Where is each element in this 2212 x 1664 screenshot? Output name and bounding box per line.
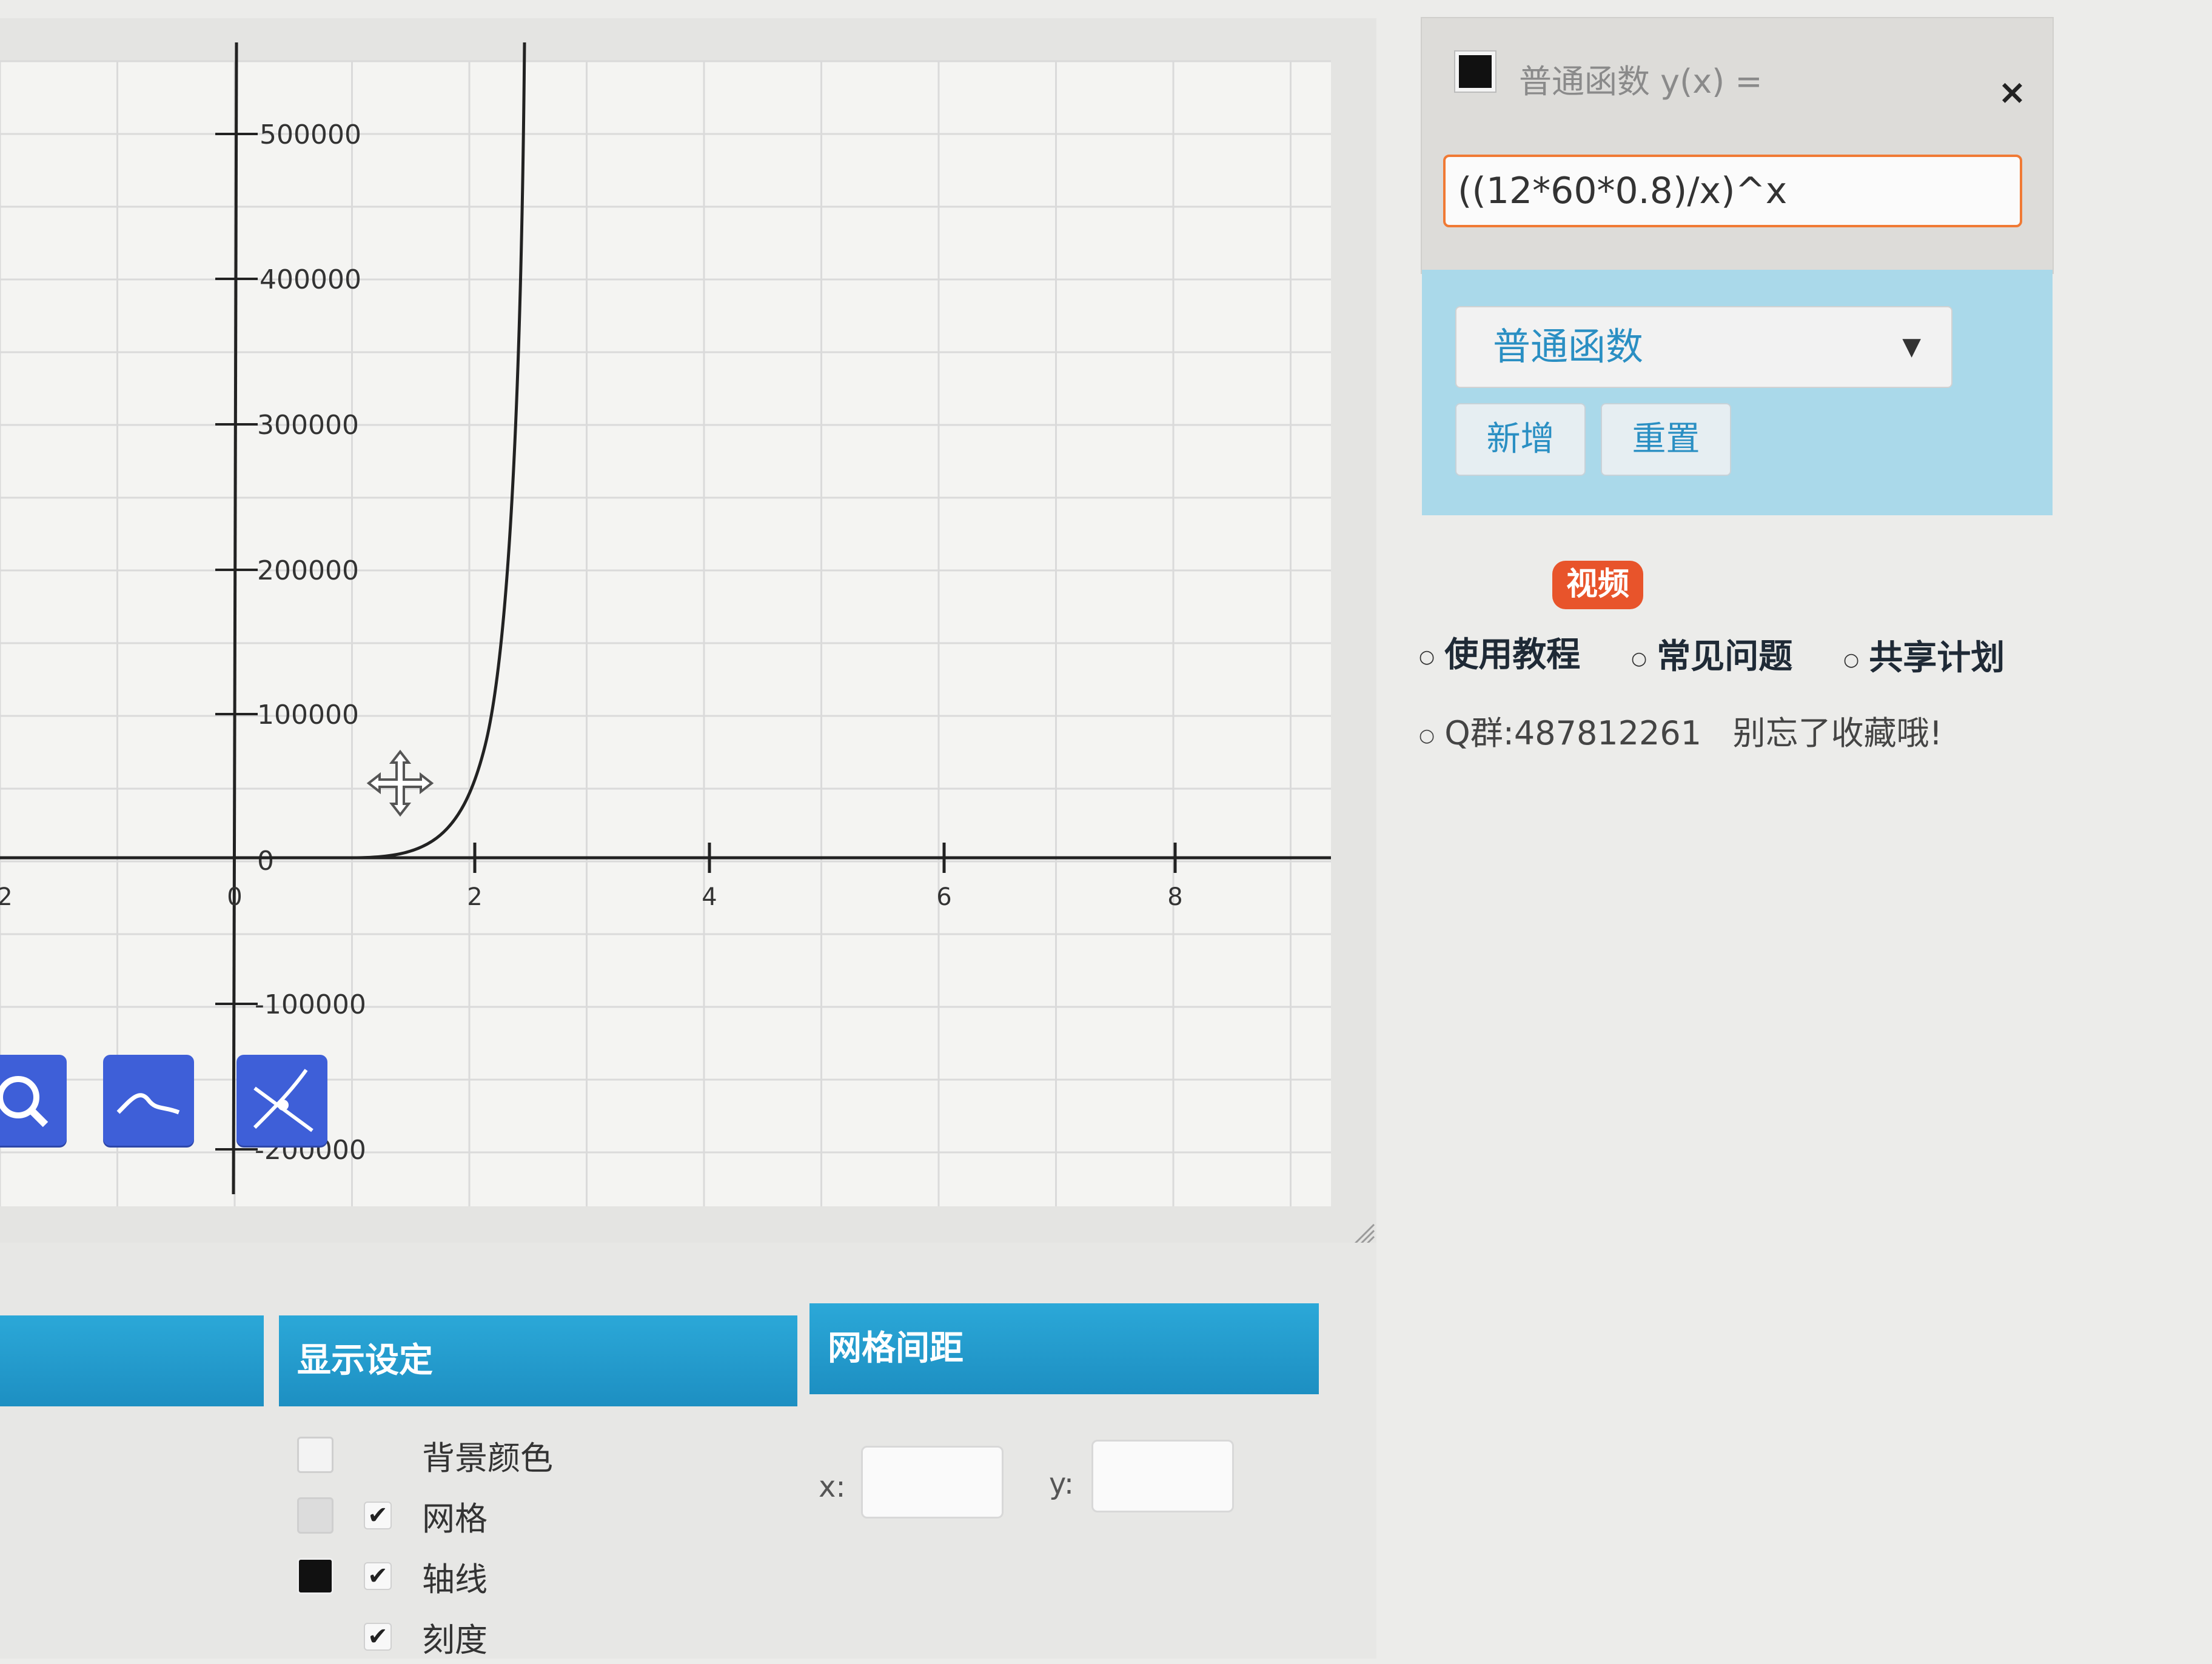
tab-grid-spacing-label: 网格间距 (828, 1329, 964, 1368)
y-tick-label: 500000 (260, 119, 361, 150)
link-faq[interactable]: ○ 常见问题 (1631, 629, 1792, 678)
tab-display-settings[interactable]: 显示设定 (279, 1315, 797, 1406)
function-card: 普通函数 y(x) = × (1422, 18, 2053, 273)
y-tick-label: -100000 (255, 989, 366, 1020)
add-button[interactable]: 新增 (1455, 403, 1586, 476)
option-grid: ✔ 网格 (297, 1488, 488, 1543)
grid-x-input[interactable] (861, 1446, 1004, 1519)
tangent-button[interactable] (236, 1055, 327, 1146)
bullet-icon: ○ (1843, 649, 1860, 671)
background-color-swatch[interactable] (297, 1437, 333, 1473)
function-color-swatch[interactable] (1454, 50, 1496, 93)
x-tick-label: 2 (0, 883, 13, 911)
tangent-icon (253, 1069, 313, 1132)
bullet-icon: ○ (1419, 724, 1435, 746)
curve-button[interactable] (103, 1055, 194, 1146)
x-tick-label: 8 (1167, 883, 1182, 911)
grid-y-label: y: (1049, 1467, 1074, 1501)
bookmark-reminder: 别忘了收藏哦! (1732, 714, 1943, 752)
function-title: 普通函数 y(x) = (1519, 62, 1763, 101)
tab-grid-spacing[interactable]: 网格间距 (809, 1303, 1319, 1394)
option-label: 网格 (422, 1499, 488, 1538)
y-tick-label: 400000 (260, 264, 361, 295)
qq-group-line: ○ Q群:487812261 别忘了收藏哦! (1419, 706, 1942, 754)
graph-panel[interactable]: 2 0 2 4 6 8 500000 400000 300000 200000 … (0, 18, 1376, 1246)
x-tick-label: 4 (702, 883, 717, 911)
tab-hidden[interactable] (0, 1315, 264, 1406)
link-share-plan[interactable]: ○ 共享计划 (1843, 630, 2005, 680)
option-label: 背景颜色 (422, 1438, 553, 1477)
curve-icon (116, 1093, 180, 1115)
option-axis: ✔ 轴线 (297, 1549, 488, 1603)
x-tick-label: 2 (467, 883, 482, 911)
zoom-icon (0, 1076, 49, 1128)
x-tick-label: 6 (936, 883, 951, 911)
grid-checkbox[interactable]: ✔ (364, 1502, 392, 1529)
y-tick-label: 100000 (257, 700, 359, 730)
caret-down-icon: ▼ (1902, 333, 1921, 361)
y-tick-label: 200000 (257, 555, 359, 586)
function-type-select[interactable]: 普通函数 ▼ (1455, 306, 1952, 388)
bullet-icon: ○ (1631, 648, 1647, 670)
option-label: 轴线 (422, 1560, 488, 1599)
tab-display-settings-label: 显示设定 (297, 1341, 433, 1380)
axis-checkbox[interactable]: ✔ (364, 1562, 392, 1590)
zoom-button[interactable] (0, 1055, 67, 1146)
reset-button[interactable]: 重置 (1601, 403, 1731, 476)
link-tutorial[interactable]: ○ 使用教程 (1419, 627, 1580, 677)
function-expression-input[interactable] (1443, 155, 2022, 227)
y-tick-label: 0 (257, 846, 274, 877)
option-scale: ✔ 刻度 (297, 1609, 488, 1664)
grid-y-input[interactable] (1091, 1440, 1234, 1512)
function-type-selected: 普通函数 (1493, 324, 1644, 369)
option-label: 刻度 (422, 1620, 488, 1659)
grid-color-swatch[interactable] (297, 1497, 333, 1534)
video-badge[interactable]: 视频 (1552, 561, 1643, 609)
grid-x-label: x: (819, 1470, 846, 1504)
qq-group-text: Q群:487812261 (1444, 714, 1702, 752)
option-background-color: 背景颜色 (297, 1428, 553, 1482)
resize-grip-icon[interactable] (1351, 1221, 1375, 1246)
scale-checkbox[interactable]: ✔ (364, 1623, 392, 1651)
x-tick-label: 0 (227, 883, 242, 911)
y-tick-label: 300000 (257, 410, 359, 441)
function-type-panel: 普通函数 ▼ 新增 重置 (1422, 270, 2053, 515)
bullet-icon: ○ (1419, 646, 1435, 668)
graph-canvas[interactable]: 2 0 2 4 6 8 500000 400000 300000 200000 … (0, 18, 1376, 1243)
axis-color-swatch[interactable] (297, 1558, 333, 1594)
close-button[interactable]: × (1998, 73, 2026, 112)
settings-panel: 显示设定 网格间距 背景颜色 ✔ 网格 ✔ 轴线 ✔ 刻度 x: y: (0, 1243, 1376, 1659)
